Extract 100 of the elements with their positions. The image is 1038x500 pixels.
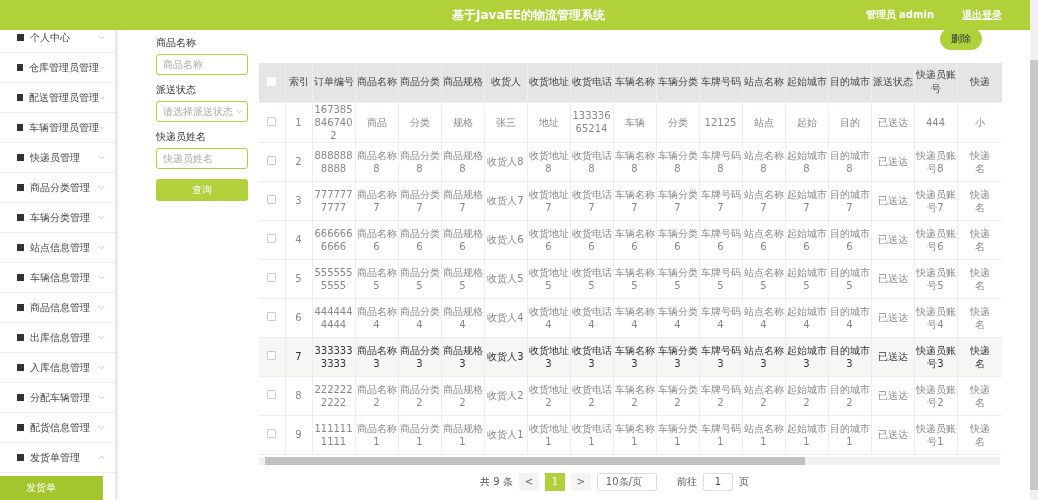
table-cell: 4	[295, 233, 302, 246]
table-cell: 站点	[753, 115, 774, 129]
sidebar-item[interactable]: 车辆信息管理	[0, 263, 115, 293]
column-header: 索引	[288, 76, 309, 88]
table-cell: 站点名称8	[743, 148, 784, 175]
table-cell: 起始城市8	[786, 148, 827, 175]
table-cell: 1673858467402	[313, 102, 354, 142]
table-cell: 收货电话6	[571, 226, 612, 253]
checkbox[interactable]	[267, 195, 277, 204]
table-cell: 收货电话3	[571, 343, 612, 370]
table-cell: 1111111111	[313, 421, 354, 448]
table-cell: 4444444444	[313, 304, 354, 331]
table-cell: 收货地址2	[528, 382, 569, 409]
menu-icon	[17, 364, 24, 371]
menu-icon	[17, 304, 24, 311]
table-cell: 车辆分类6	[657, 226, 698, 253]
table-cell: 车辆分类8	[657, 148, 698, 175]
horizontal-scrollbar[interactable]	[259, 456, 1000, 465]
previous-page-button[interactable]: <	[518, 472, 539, 491]
input-field[interactable]: 快递员姓名	[156, 148, 248, 169]
table-cell: 车辆分类1	[657, 421, 698, 448]
table-cell: 7777777777	[313, 187, 354, 214]
goto-label: 前往	[676, 474, 697, 489]
table-cell: 车辆分类3	[657, 343, 698, 370]
column-header: 快递员账号	[915, 69, 956, 95]
sidebar-item[interactable]: 站点信息管理	[0, 233, 115, 263]
table-cell: 商品名称1	[356, 421, 397, 448]
table-cell: 车牌号码2	[700, 382, 741, 409]
table-cell: 商品规格1	[442, 421, 483, 448]
table-cell: 商品分类3	[399, 343, 440, 370]
checkbox[interactable]	[267, 390, 277, 399]
table-cell: 已送达	[877, 155, 908, 168]
table-cell: 快递名	[968, 226, 991, 253]
page-input[interactable]: 1	[702, 472, 733, 491]
table-cell: 张三	[495, 115, 516, 129]
field-label: 快递员姓名	[156, 130, 207, 144]
sidebar-item[interactable]: 配送管理员管理	[0, 83, 115, 113]
sidebar-item[interactable]: 商品信息管理	[0, 293, 115, 323]
table-cell: 目的	[839, 115, 860, 129]
table-cell: 收货地址4	[528, 304, 569, 331]
page-size-select[interactable]: 10条/页	[596, 472, 657, 491]
table-cell: 目的城市2	[829, 382, 870, 409]
delete-button[interactable]: 删除	[940, 30, 982, 50]
sidebar-item[interactable]: 入库信息管理	[0, 353, 115, 383]
table-cell: 2222222222	[313, 382, 354, 409]
table-cell: 起始城市6	[786, 226, 827, 253]
column-header: 派送状态	[872, 76, 913, 88]
table-cell: 车辆	[624, 115, 645, 129]
sidebar-item[interactable]: 出库信息管理	[0, 323, 115, 353]
table-cell: 目的城市1	[829, 421, 870, 448]
checkbox[interactable]	[267, 351, 277, 360]
checkbox[interactable]	[267, 273, 277, 282]
sidebar-item[interactable]: 配货信息管理	[0, 413, 115, 443]
table-cell: 快递员账号5	[915, 265, 956, 292]
sidebar-item[interactable]: 快递员管理	[0, 143, 115, 173]
checkbox[interactable]	[267, 116, 277, 126]
table-cell: 收货人7	[487, 194, 524, 207]
checkbox[interactable]	[267, 156, 277, 165]
table-cell: 收货人3	[487, 350, 524, 363]
next-page-button[interactable]: >	[570, 472, 591, 491]
checkbox[interactable]	[267, 429, 277, 438]
sidebar-item[interactable]: 仓库管理员管理	[0, 53, 115, 83]
table-cell: 收货人2	[487, 389, 524, 402]
app-title: 基于JavaEE的物流管理系统	[452, 6, 605, 24]
table-cell: 车辆名称7	[614, 187, 655, 214]
sidebar-item[interactable]: 商品分类管理	[0, 173, 115, 203]
vertical-scrollbar[interactable]	[1030, 0, 1038, 500]
checkbox[interactable]	[267, 312, 277, 321]
caret-icon	[98, 185, 105, 190]
table-cell: 快递员账号4	[915, 304, 956, 331]
caret-icon	[98, 245, 105, 250]
table-cell: 商品	[366, 115, 387, 129]
page-suffix: 页	[738, 474, 749, 489]
table-cell: 5	[295, 272, 302, 285]
table-cell: 3	[295, 194, 302, 207]
table-cell: 商品分类6	[399, 226, 440, 253]
column-header: 快递	[969, 75, 990, 90]
table-cell: 起始城市3	[786, 343, 827, 370]
table-cell: 收货地址3	[528, 343, 569, 370]
caret-icon	[99, 65, 105, 70]
table-cell: 商品规格7	[442, 187, 483, 214]
table-cell: 站点名称7	[743, 187, 784, 214]
table-cell: 车牌号码7	[700, 187, 741, 214]
table-cell: 已送达	[877, 428, 908, 441]
sidebar-item[interactable]: 车辆管理员管理	[0, 113, 115, 143]
sidebar-item[interactable]: 分配车辆管理	[0, 383, 115, 413]
column-header: 收货地址	[528, 76, 569, 88]
table-cell: 分类	[667, 115, 688, 129]
column-header: 商品分类	[399, 76, 440, 88]
table-cell: 车牌号码3	[700, 343, 741, 370]
checkbox[interactable]	[267, 234, 277, 243]
table-cell: 2	[295, 155, 302, 168]
table-cell: 商品分类7	[399, 187, 440, 214]
table-cell: 车辆名称4	[614, 304, 655, 331]
sidebar-item[interactable]: 发货单管理	[0, 443, 115, 473]
input-field[interactable]: 商品名称	[156, 54, 248, 75]
menu-icon	[17, 334, 24, 341]
table-cell: 收货地址6	[528, 226, 569, 253]
sidebar-item[interactable]: 车辆分类管理	[0, 203, 115, 233]
sidebar-item[interactable]: 个人中心	[0, 30, 115, 53]
